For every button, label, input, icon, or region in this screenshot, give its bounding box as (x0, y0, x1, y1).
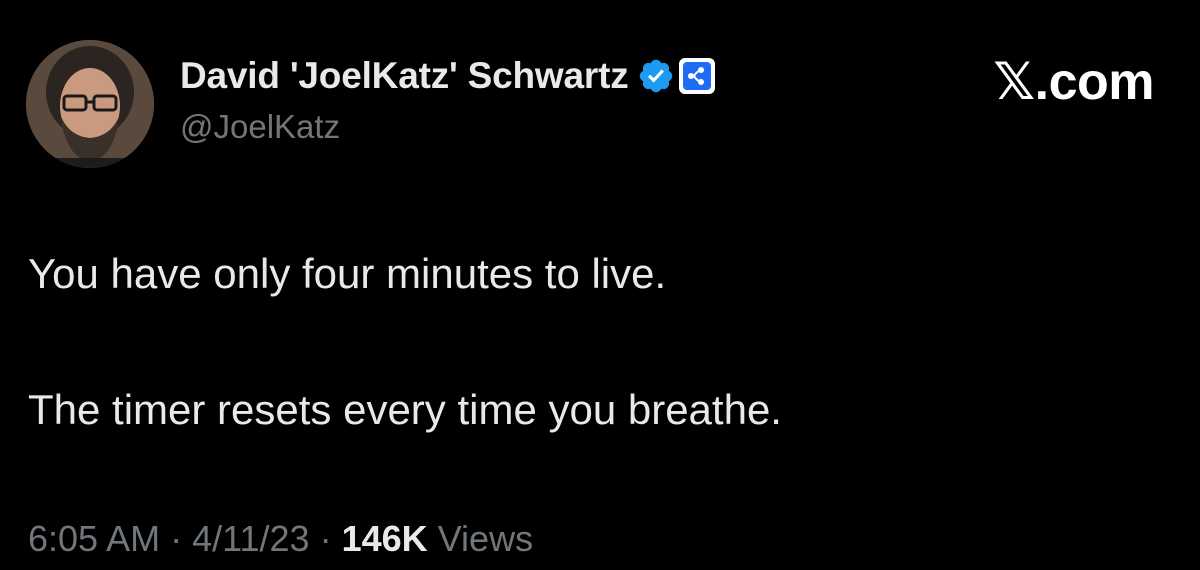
verified-check-icon[interactable] (637, 57, 675, 95)
meta-separator: · (319, 518, 332, 559)
tweet-text-line: The timer resets every time you breathe. (28, 386, 782, 433)
ripple-affiliate-icon[interactable] (678, 58, 715, 94)
views-label: Views (437, 518, 534, 559)
tweet-text-line: You have only four minutes to live. (28, 250, 667, 297)
avatar[interactable] (26, 40, 154, 168)
author-handle[interactable]: @JoelKatz (180, 108, 340, 146)
meta-separator: · (170, 518, 183, 559)
tweet-time[interactable]: 6:05 AM (28, 518, 160, 559)
tweet-meta: 6:05 AM · 4/11/23 · 146K Views (28, 518, 533, 560)
views-count: 146K (341, 518, 428, 559)
display-name[interactable]: David 'JoelKatz' Schwartz (180, 55, 629, 97)
author-name-row: David 'JoelKatz' Schwartz (180, 52, 715, 100)
brand-logo: 𝕏.com (993, 53, 1154, 111)
tweet-date[interactable]: 4/11/23 (192, 518, 309, 559)
